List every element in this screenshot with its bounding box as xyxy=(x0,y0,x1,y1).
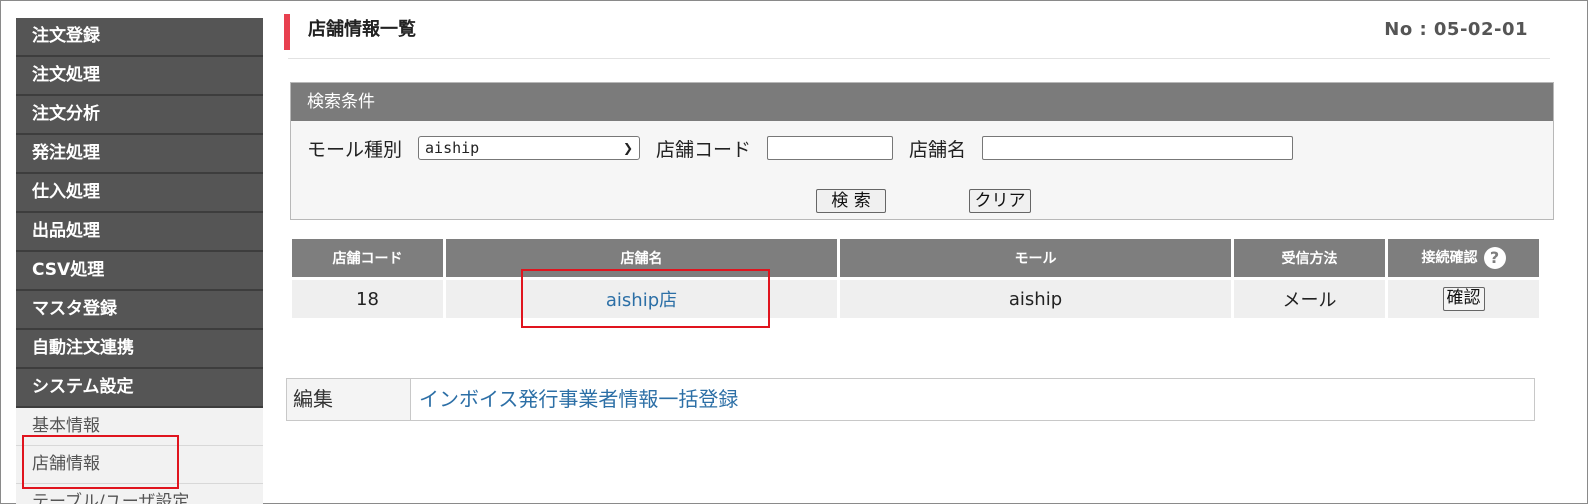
mall-type-select[interactable]: aiship ❯ xyxy=(418,136,641,160)
mall-type-value: aiship xyxy=(425,139,480,157)
mall-type-label: モール種別 xyxy=(307,138,403,161)
store-code-input[interactable] xyxy=(767,136,894,160)
help-icon[interactable]: ? xyxy=(1483,247,1506,269)
table-header-row: 店舗コード 店舗名 モール 受信方法 接続確認? xyxy=(292,239,1539,280)
store-name-link[interactable]: aiship店 xyxy=(606,290,677,311)
sidebar-item-purchase-order[interactable]: 発注処理 xyxy=(16,135,263,174)
sidebar-item-order-processing[interactable]: 注文処理 xyxy=(16,57,263,96)
page-number: No : 05-02-01 xyxy=(1384,19,1528,40)
cell-store-code: 18 xyxy=(292,280,443,318)
sidebar-subitem-basic-info[interactable]: 基本情報 xyxy=(16,408,263,446)
cell-store-name: aiship店 xyxy=(446,280,837,318)
connection-check-label: 接続確認 xyxy=(1421,250,1478,266)
store-code-label: 店舗コード xyxy=(656,138,752,161)
store-name-label: 店舗名 xyxy=(909,138,967,161)
clear-button[interactable]: クリア xyxy=(969,189,1031,213)
store-name-input[interactable] xyxy=(982,136,1294,160)
sidebar: 注文登録 注文処理 注文分析 発注処理 仕入処理 出品処理 CSV処理 マスタ登… xyxy=(16,18,263,504)
column-header-receive-method: 受信方法 xyxy=(1234,239,1385,280)
column-header-store-code: 店舗コード xyxy=(292,239,443,280)
column-header-store-name: 店舗名 xyxy=(446,239,837,280)
sidebar-item-order-entry[interactable]: 注文登録 xyxy=(16,18,263,57)
column-header-connection-check: 接続確認? xyxy=(1388,239,1539,280)
page-title: 店舗情報一覧 xyxy=(308,19,416,40)
sidebar-item-order-analysis[interactable]: 注文分析 xyxy=(16,96,263,135)
invoice-bulk-register-link[interactable]: インボイス発行事業者情報一括登録 xyxy=(411,379,738,420)
store-table: 店舗コード 店舗名 モール 受信方法 接続確認? 18 aiship店 aish… xyxy=(289,239,1542,318)
sidebar-item-purchasing[interactable]: 仕入処理 xyxy=(16,174,263,213)
column-header-mall: モール xyxy=(840,239,1231,280)
table-row: 18 aiship店 aiship メール 確認 xyxy=(292,280,1539,318)
sidebar-item-auto-order-link[interactable]: 自動注文連携 xyxy=(16,330,263,369)
search-panel-heading: 検索条件 xyxy=(291,83,1553,121)
title-divider xyxy=(288,58,1550,59)
search-button[interactable]: 検 索 xyxy=(816,189,886,213)
search-row: モール種別 aiship ❯ 店舗コード 店舗名 xyxy=(307,135,1294,161)
sidebar-item-system-settings[interactable]: システム設定 xyxy=(16,369,263,408)
sidebar-subitem-table-user-settings[interactable]: テーブル/ユーザ設定 xyxy=(16,484,263,504)
sidebar-item-csv[interactable]: CSV処理 xyxy=(16,252,263,291)
sidebar-subitem-store-info[interactable]: 店舗情報 xyxy=(16,446,263,484)
sidebar-item-listing[interactable]: 出品処理 xyxy=(16,213,263,252)
cell-mall: aiship xyxy=(840,280,1231,318)
confirm-button[interactable]: 確認 xyxy=(1442,287,1485,311)
sidebar-item-master-registration[interactable]: マスタ登録 xyxy=(16,291,263,330)
cell-receive-method: メール xyxy=(1234,280,1385,318)
search-panel: 検索条件 モール種別 aiship ❯ 店舗コード 店舗名 検 索 クリア xyxy=(290,82,1554,220)
cell-connection-check: 確認 xyxy=(1388,280,1539,318)
title-accent-bar xyxy=(284,14,290,50)
edit-label: 編集 xyxy=(287,379,411,420)
chevron-down-icon: ❯ xyxy=(622,141,634,155)
edit-box: 編集 インボイス発行事業者情報一括登録 xyxy=(286,378,1535,421)
